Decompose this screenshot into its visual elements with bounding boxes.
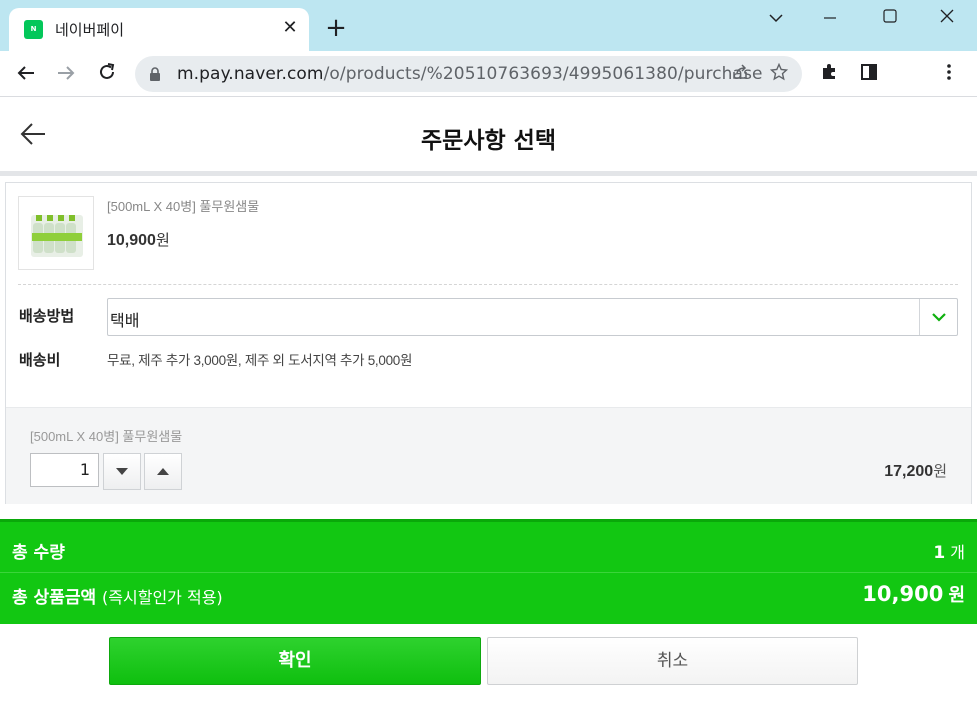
tab-search-chevron-icon[interactable]: [756, 4, 796, 32]
side-panel-icon[interactable]: [857, 63, 881, 87]
page-content: 주문사항 선택 [500mL X 40병] 풀무원샘물 10,900원 배송방법…: [0, 97, 977, 706]
order-card: [500mL X 40병] 풀무원샘물 10,900원 배송방법 택배 배송비 …: [5, 182, 972, 504]
forward-icon[interactable]: [50, 58, 82, 90]
page-title: 주문사항 선택: [421, 128, 556, 154]
extensions-puzzle-icon[interactable]: [817, 63, 841, 87]
selected-option-area: [500mL X 40병] 풀무원샘물 1 17,200원: [6, 407, 971, 504]
quantity-input[interactable]: 1: [30, 453, 99, 487]
total-quantity-value: 1 개: [933, 543, 965, 563]
naver-pay-favicon-icon: N Pay: [24, 20, 43, 52]
shipping-fee-text: 무료, 제주 추가 3,000원, 제주 외 도서지역 추가 5,000원: [107, 353, 413, 368]
url-text[interactable]: m.pay.naver.com/o/products/%20510763693/…: [177, 64, 763, 84]
lock-icon[interactable]: [148, 66, 162, 82]
chevron-down-icon[interactable]: [919, 299, 957, 335]
cancel-button[interactable]: 취소: [487, 637, 858, 685]
new-tab-plus-icon[interactable]: +: [322, 14, 350, 42]
product-name: [500mL X 40병] 풀무원샘물: [107, 199, 260, 214]
shipping-method-label: 배송방법: [19, 307, 75, 325]
browser-toolbar: m.pay.naver.com/o/products/%20510763693/…: [0, 51, 977, 97]
product-price: 10,900원: [107, 232, 170, 249]
tab-strip: N Pay 네이버페이 ✕ +: [0, 0, 977, 52]
browser-tab[interactable]: N Pay 네이버페이 ✕: [9, 8, 309, 52]
option-name: [500mL X 40병] 풀무원샘물: [30, 429, 183, 444]
total-amount-label: 총 상품금액 (즉시할인가 적용): [12, 588, 223, 608]
product-thumbnail: [18, 196, 94, 270]
option-price: 17,200원: [884, 463, 947, 480]
share-icon[interactable]: [728, 63, 752, 87]
total-quantity-row: 총 수량 1 개: [0, 522, 977, 573]
bookmark-star-icon[interactable]: [767, 62, 791, 87]
action-buttons: 확인 취소: [0, 624, 977, 706]
total-quantity-label: 총 수량: [12, 543, 65, 563]
minimize-icon[interactable]: [810, 4, 850, 32]
page-header: 주문사항 선택: [0, 97, 977, 176]
maximize-icon[interactable]: [870, 4, 910, 32]
window-close-icon[interactable]: [927, 4, 967, 32]
confirm-button[interactable]: 확인: [109, 637, 481, 685]
water-bottles-image: [31, 215, 83, 257]
shipping-fee-label: 배송비: [19, 351, 61, 369]
quantity-increase-button[interactable]: [144, 453, 182, 490]
address-bar[interactable]: m.pay.naver.com/o/products/%20510763693/…: [135, 56, 802, 92]
quantity-decrease-button[interactable]: [103, 453, 141, 490]
shipping-method-select[interactable]: 택배: [107, 298, 958, 336]
back-icon[interactable]: [10, 58, 42, 90]
tab-close-icon[interactable]: ✕: [279, 17, 301, 39]
divider: [18, 284, 958, 285]
reload-icon[interactable]: [91, 58, 123, 90]
more-menu-icon[interactable]: [937, 63, 961, 87]
shipping-method-value: 택배: [110, 311, 140, 330]
total-amount-value: 10,900 원: [862, 582, 965, 606]
tab-title: 네이버페이: [55, 21, 125, 39]
order-summary: 총 수량 1 개 총 상품금액 (즉시할인가 적용) 10,900 원: [0, 519, 977, 624]
